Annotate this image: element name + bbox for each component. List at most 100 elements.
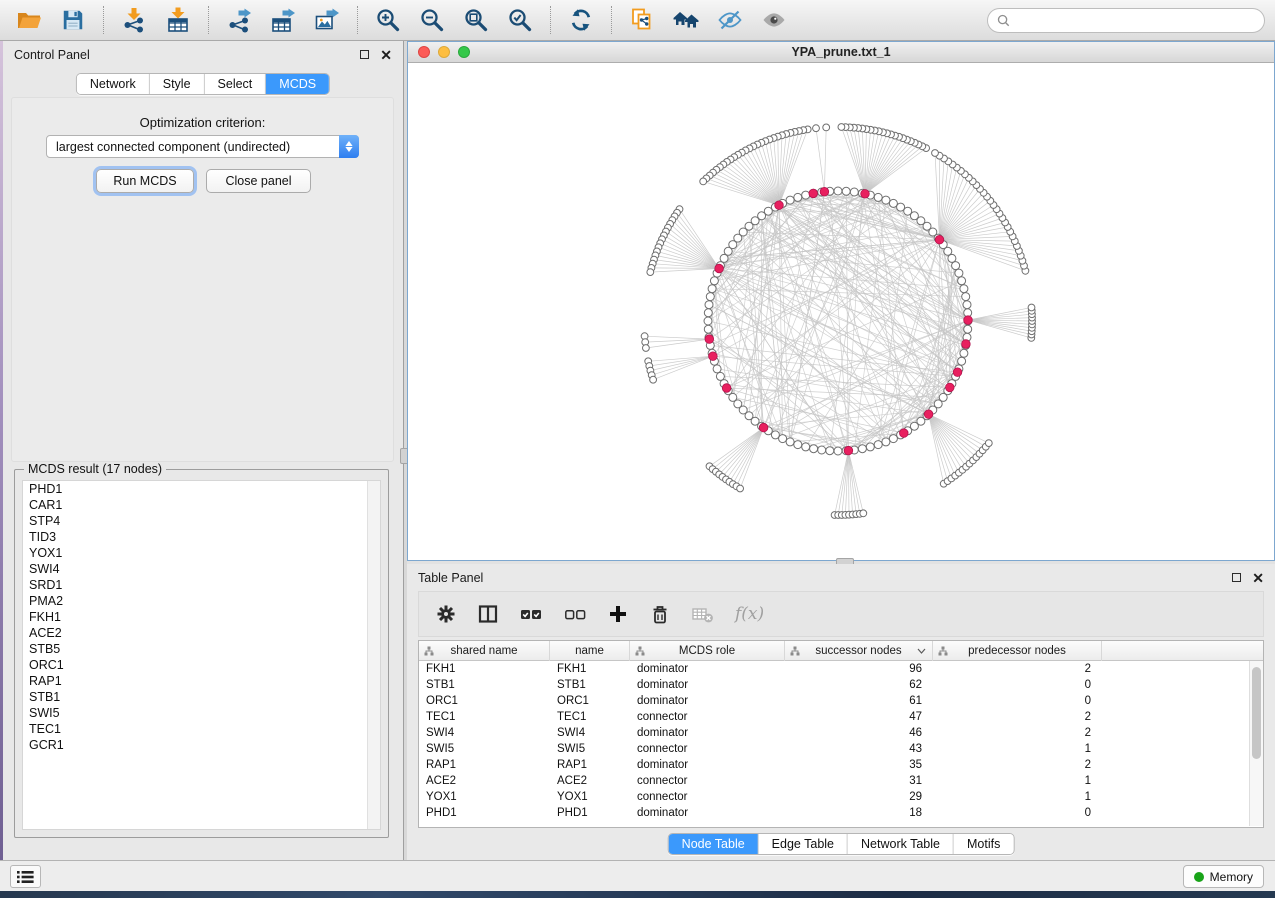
network-canvas[interactable] — [408, 63, 1274, 559]
first-neighbors-button[interactable] — [667, 4, 705, 36]
float-panel-icon[interactable] — [360, 50, 369, 59]
open-file-button[interactable] — [10, 4, 48, 36]
delete-table-button[interactable] — [691, 599, 715, 629]
table-cell: RAP1 — [419, 759, 550, 771]
mcds-list-scrollbar[interactable] — [367, 481, 380, 829]
plus-icon — [607, 603, 629, 625]
import-network-button[interactable] — [115, 4, 153, 36]
mcds-result-item[interactable]: GCR1 — [23, 737, 380, 753]
zoom-selected-button[interactable] — [501, 4, 539, 36]
table-row[interactable]: RAP1RAP1dominator352 — [419, 757, 1263, 773]
table-cell: 2 — [933, 663, 1102, 675]
table-row[interactable]: FKH1FKH1dominator962 — [419, 661, 1263, 677]
zoom-in-button[interactable] — [369, 4, 407, 36]
mcds-result-item[interactable]: STP4 — [23, 513, 380, 529]
close-panel-icon[interactable]: ✕ — [1252, 573, 1264, 583]
control-tab-network[interactable]: Network — [77, 74, 150, 94]
column-header-predecessor-nodes[interactable]: predecessor nodes — [933, 641, 1102, 661]
mcds-result-item[interactable]: TEC1 — [23, 721, 380, 737]
status-menu-button[interactable] — [10, 865, 41, 888]
float-panel-icon[interactable] — [1232, 573, 1241, 582]
table-row[interactable]: PHD1PHD1dominator180 — [419, 805, 1263, 821]
table-row[interactable]: STB1STB1dominator620 — [419, 677, 1263, 693]
control-panel: Control Panel ✕ NetworkStyleSelectMCDS O… — [3, 41, 404, 860]
network-view[interactable] — [408, 63, 1274, 559]
column-header-MCDS-role[interactable]: MCDS role — [630, 641, 785, 661]
minimize-window-icon[interactable] — [438, 46, 450, 58]
column-header-successor-nodes[interactable]: successor nodes — [785, 641, 933, 661]
network-window-titlebar[interactable]: YPA_prune.txt_1 — [408, 42, 1274, 63]
mcds-result-item[interactable]: SWI5 — [23, 705, 380, 721]
select-all-rows-button[interactable] — [519, 599, 543, 629]
table-cell: 1 — [933, 775, 1102, 787]
search-box[interactable] — [987, 8, 1265, 33]
toolbar-separator — [357, 6, 358, 34]
column-header-shared-name[interactable]: shared name — [419, 641, 550, 661]
control-panel-header: Control Panel ✕ — [3, 41, 403, 68]
table-cell: 47 — [785, 711, 933, 723]
export-network-button[interactable] — [220, 4, 258, 36]
table-row[interactable]: YOX1YOX1connector291 — [419, 789, 1263, 805]
table-scrollbar[interactable] — [1249, 661, 1263, 826]
table-tabs: Node TableEdge TableNetwork TableMotifs — [668, 833, 1015, 855]
table-tab-edge-table[interactable]: Edge Table — [759, 834, 848, 854]
table-cell: dominator — [630, 727, 785, 739]
mcds-result-item[interactable]: ACE2 — [23, 625, 380, 641]
table-row[interactable]: ACE2ACE2connector311 — [419, 773, 1263, 789]
new-network-from-selection-button[interactable] — [623, 4, 661, 36]
show-columns-button[interactable] — [477, 599, 499, 629]
table-cell: 46 — [785, 727, 933, 739]
import-table-button[interactable] — [159, 4, 197, 36]
table-row[interactable]: TEC1TEC1connector472 — [419, 709, 1263, 725]
mcds-result-item[interactable]: FKH1 — [23, 609, 380, 625]
mcds-result-item[interactable]: SWI4 — [23, 561, 380, 577]
create-column-button[interactable] — [607, 599, 629, 629]
save-session-button[interactable] — [54, 4, 92, 36]
table-tab-network-table[interactable]: Network Table — [848, 834, 954, 854]
table-row[interactable]: SWI4SWI4dominator462 — [419, 725, 1263, 741]
close-window-icon[interactable] — [418, 46, 430, 58]
delete-columns-button[interactable] — [649, 599, 671, 629]
mcds-result-item[interactable]: YOX1 — [23, 545, 380, 561]
column-header-name[interactable]: name — [550, 641, 630, 661]
zoom-out-button[interactable] — [413, 4, 451, 36]
export-table-button[interactable] — [264, 4, 302, 36]
export-image-button[interactable] — [308, 4, 346, 36]
memory-button[interactable]: Memory — [1183, 865, 1264, 888]
columns-icon — [477, 603, 499, 625]
mcds-result-item[interactable]: STB1 — [23, 689, 380, 705]
table-cell: 61 — [785, 695, 933, 707]
mcds-result-item[interactable]: RAP1 — [23, 673, 380, 689]
mcds-result-item[interactable]: SRD1 — [23, 577, 380, 593]
deselect-all-rows-button[interactable] — [563, 599, 587, 629]
mcds-result-item[interactable]: ORC1 — [23, 657, 380, 673]
control-tab-select[interactable]: Select — [205, 74, 267, 94]
show-all-button[interactable] — [755, 4, 793, 36]
table-scrollbar-thumb[interactable] — [1252, 667, 1261, 759]
mcds-result-item[interactable]: TID3 — [23, 529, 380, 545]
table-tab-motifs[interactable]: Motifs — [954, 834, 1013, 854]
table-tab-node-table[interactable]: Node Table — [669, 834, 759, 854]
refresh-button[interactable] — [562, 4, 600, 36]
close-panel-icon[interactable]: ✕ — [380, 50, 392, 60]
table-toolbar: f(x) — [418, 591, 1264, 637]
search-input[interactable] — [1016, 13, 1255, 27]
maximize-window-icon[interactable] — [458, 46, 470, 58]
function-builder-button[interactable]: f(x) — [735, 599, 764, 629]
mcds-result-item[interactable]: CAR1 — [23, 497, 380, 513]
table-options-button[interactable] — [435, 599, 457, 629]
table-row[interactable]: SWI5SWI5connector431 — [419, 741, 1263, 757]
run-mcds-button[interactable]: Run MCDS — [96, 169, 194, 193]
optimization-select[interactable]: largest connected component (undirected) — [46, 135, 359, 158]
table-cell: 43 — [785, 743, 933, 755]
mcds-result-item[interactable]: STB5 — [23, 641, 380, 657]
hide-selected-button[interactable] — [711, 4, 749, 36]
close-panel-button[interactable]: Close panel — [206, 169, 311, 193]
mcds-result-item[interactable]: PMA2 — [23, 593, 380, 609]
tree-icon — [635, 646, 645, 656]
control-tab-style[interactable]: Style — [150, 74, 205, 94]
table-row[interactable]: ORC1ORC1dominator610 — [419, 693, 1263, 709]
zoom-fit-button[interactable] — [457, 4, 495, 36]
mcds-result-item[interactable]: PHD1 — [23, 481, 380, 497]
control-tab-mcds[interactable]: MCDS — [266, 74, 329, 94]
